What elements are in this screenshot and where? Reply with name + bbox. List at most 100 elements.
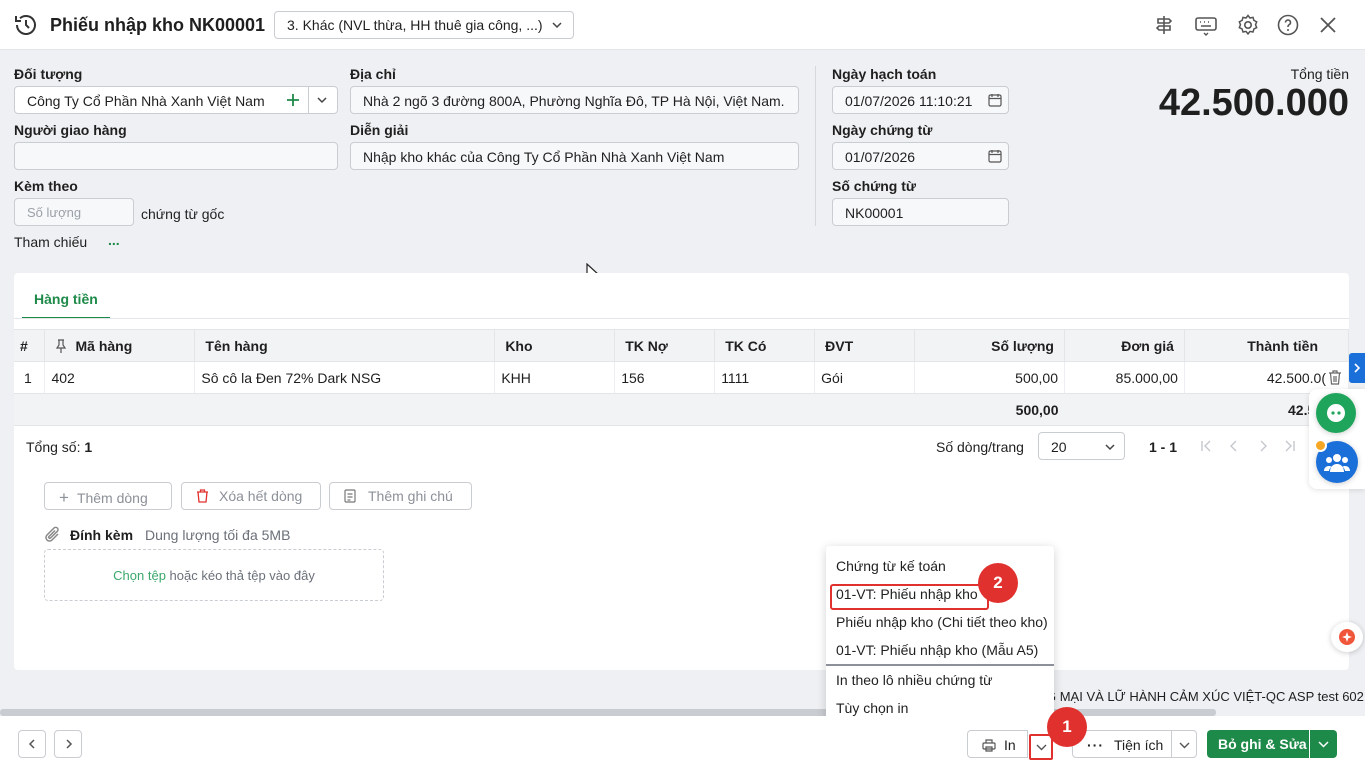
plus-icon: +	[59, 488, 69, 507]
save-button[interactable]: Bỏ ghi & Sửa	[1207, 730, 1309, 758]
voucher-type-value: 3. Khác (NVL thừa, HH thuê gia công, ...…	[287, 17, 543, 33]
cell-tk-co[interactable]: 1111	[714, 361, 816, 394]
paperclip-icon	[45, 526, 59, 542]
rows-per-page-select[interactable]: 20	[1038, 432, 1125, 460]
cell-stt: 1	[14, 361, 46, 394]
table-row[interactable]: 1 402 Sô cô la Đen 72% Dark NSG KHH 156 …	[14, 361, 1350, 394]
tong-tien-value: 42.500.000	[1158, 82, 1349, 124]
menu-item-phieu-nhap-kho[interactable]: 01-VT: Phiếu nhập kho	[836, 586, 978, 602]
choose-file-link[interactable]: Chọn tệp	[113, 568, 166, 583]
doi-tuong-label: Đối tượng	[14, 66, 83, 82]
plus-icon[interactable]	[286, 93, 300, 107]
col-tk-no[interactable]: TK Nợ	[614, 329, 716, 362]
side-collapse-tab[interactable]	[1349, 353, 1365, 383]
col-tk-co[interactable]: TK Có	[714, 329, 816, 362]
step-marker-2: 2	[978, 563, 1018, 603]
chevron-down-icon	[552, 22, 562, 29]
print-dropdown-menu: Chứng từ kế toán 01-VT: Phiếu nhập kho P…	[826, 546, 1054, 732]
dia-chi-label: Địa chỉ	[350, 66, 396, 82]
col-ten-hang[interactable]: Tên hàng	[194, 329, 496, 362]
cell-so-luong[interactable]: 500,00	[914, 361, 1065, 394]
drop-text: hoặc kéo thả tệp vào đây	[169, 568, 315, 583]
next-page-icon[interactable]	[1257, 440, 1269, 452]
page-range: 1 - 1	[1149, 439, 1178, 455]
tong-so: Tổng số: 1	[26, 439, 92, 455]
ngay-chung-tu-input[interactable]: 01/07/2026	[832, 142, 1009, 170]
tab-hang-tien[interactable]: Hàng tiền	[22, 291, 110, 319]
step-marker-1: 1	[1047, 707, 1087, 747]
ngay-chung-tu-value: 01/07/2026	[845, 149, 916, 165]
cell-ten-hang[interactable]: Sô cô la Đen 72% Dark NSG	[194, 361, 496, 394]
chevron-down-icon	[1318, 741, 1329, 748]
calendar-icon[interactable]	[988, 149, 1002, 163]
them-ghi-chu-label: Thêm ghi chú	[368, 488, 453, 504]
calendar-icon[interactable]	[988, 93, 1002, 107]
help-icon[interactable]	[1276, 13, 1300, 37]
divider	[308, 87, 309, 113]
items-table: # Mã hàng Tên hàng Kho TK Nợ TK Có ĐVT S…	[14, 329, 1350, 426]
col-ma-hang[interactable]: Mã hàng	[44, 329, 196, 362]
last-page-icon[interactable]	[1284, 440, 1296, 452]
chevron-left-icon	[28, 739, 35, 749]
cell-tk-no[interactable]: 156	[614, 361, 716, 394]
col-stt[interactable]: #	[14, 329, 46, 362]
table-header-row: # Mã hàng Tên hàng Kho TK Nợ TK Có ĐVT S…	[14, 329, 1350, 362]
col-kho[interactable]: Kho	[494, 329, 616, 362]
cell-don-gia[interactable]: 85.000,00	[1064, 361, 1185, 394]
tien-ich-button[interactable]: ··· Tiện ích	[1072, 730, 1172, 758]
them-dong-button[interactable]: + Thêm dòng	[44, 482, 172, 510]
pin-icon[interactable]	[55, 338, 67, 353]
chung-tu-goc-text: chứng từ gốc	[141, 206, 225, 222]
tien-ich-dropdown[interactable]	[1171, 730, 1197, 758]
chevron-down-icon[interactable]	[316, 94, 328, 106]
first-page-icon[interactable]	[1200, 440, 1212, 452]
keyboard-icon[interactable]	[1194, 13, 1218, 37]
gear-icon[interactable]	[1236, 13, 1260, 37]
cell-dvt[interactable]: Gói	[814, 361, 916, 394]
save-dropdown[interactable]	[1310, 730, 1337, 758]
prev-page-icon[interactable]	[1228, 440, 1240, 452]
ngay-hach-toan-input[interactable]: 01/07/2026 11:10:21	[832, 86, 1009, 114]
menu-item-tuy-chon-in[interactable]: Tùy chọn in	[836, 700, 908, 716]
col-dvt[interactable]: ĐVT	[814, 329, 916, 362]
menu-item-phieu-nhap-kho-a5[interactable]: 01-VT: Phiếu nhập kho (Mẫu A5)	[836, 642, 1038, 658]
cell-kho[interactable]: KHH	[494, 361, 616, 394]
so-luong-input[interactable]: Số lượng	[14, 198, 134, 226]
chatbot-icon[interactable]	[1316, 393, 1356, 433]
menu-item-chung-tu-ke-toan[interactable]: Chứng từ kế toán	[836, 558, 946, 574]
menu-item-phieu-nhap-kho-chi-tiet[interactable]: Phiếu nhập kho (Chi tiết theo kho)	[836, 614, 1048, 630]
close-icon[interactable]	[1316, 13, 1340, 37]
col-so-luong[interactable]: Số lượng	[914, 329, 1065, 362]
ai-assist-icon[interactable]	[1331, 622, 1363, 652]
tien-ich-label: Tiện ích	[1114, 737, 1164, 753]
so-luong-placeholder: Số lượng	[27, 205, 82, 220]
nguoi-giao-input[interactable]	[14, 142, 338, 170]
history-back-icon[interactable]	[12, 11, 40, 39]
trash-icon[interactable]	[1328, 370, 1342, 385]
tong-so-value: 1	[84, 439, 93, 455]
file-drop-zone[interactable]: Chọn tệp hoặc kéo thả tệp vào đây	[44, 549, 384, 601]
tham-chieu-more-link[interactable]: ...	[108, 232, 120, 248]
col-don-gia[interactable]: Đơn giá	[1064, 329, 1185, 362]
top-bar: Phiếu nhập kho NK00001 3. Khác (NVL thừa…	[0, 0, 1365, 50]
printer-icon	[982, 739, 996, 752]
cell-ma-hang[interactable]: 402	[44, 361, 196, 394]
form-divider	[815, 66, 816, 226]
dien-giai-label: Diễn giải	[350, 122, 409, 138]
so-chung-tu-input[interactable]: NK00001	[832, 198, 1009, 226]
them-dong-label: Thêm dòng	[76, 490, 148, 506]
voucher-type-select[interactable]: 3. Khác (NVL thừa, HH thuê gia công, ...…	[274, 11, 574, 39]
xoa-het-dong-button[interactable]: Xóa hết dòng	[181, 482, 321, 510]
them-ghi-chu-button[interactable]: Thêm ghi chú	[329, 482, 472, 510]
prev-record-button[interactable]	[18, 730, 46, 758]
dia-chi-input[interactable]: Nhà 2 ngõ 3 đường 800A, Phường Nghĩa Đô,…	[350, 86, 799, 114]
col-thanh-tien[interactable]: Thành tiền	[1184, 329, 1350, 362]
dinh-kem-label: Đính kèm	[70, 527, 134, 543]
next-record-button[interactable]	[54, 730, 82, 758]
menu-item-in-theo-lo[interactable]: In theo lô nhiều chứng từ	[836, 672, 993, 688]
company-marquee: G MẠI VÀ LỮ HÀNH CẢM XÚC VIỆT-QC ASP tes…	[1046, 689, 1364, 704]
dien-giai-input[interactable]: Nhập kho khác của Công Ty Cổ Phần Nhà Xa…	[350, 142, 799, 170]
print-button[interactable]: In	[967, 730, 1028, 758]
dien-giai-value: Nhập kho khác của Công Ty Cổ Phần Nhà Xa…	[363, 149, 725, 165]
signpost-icon[interactable]	[1152, 13, 1176, 37]
